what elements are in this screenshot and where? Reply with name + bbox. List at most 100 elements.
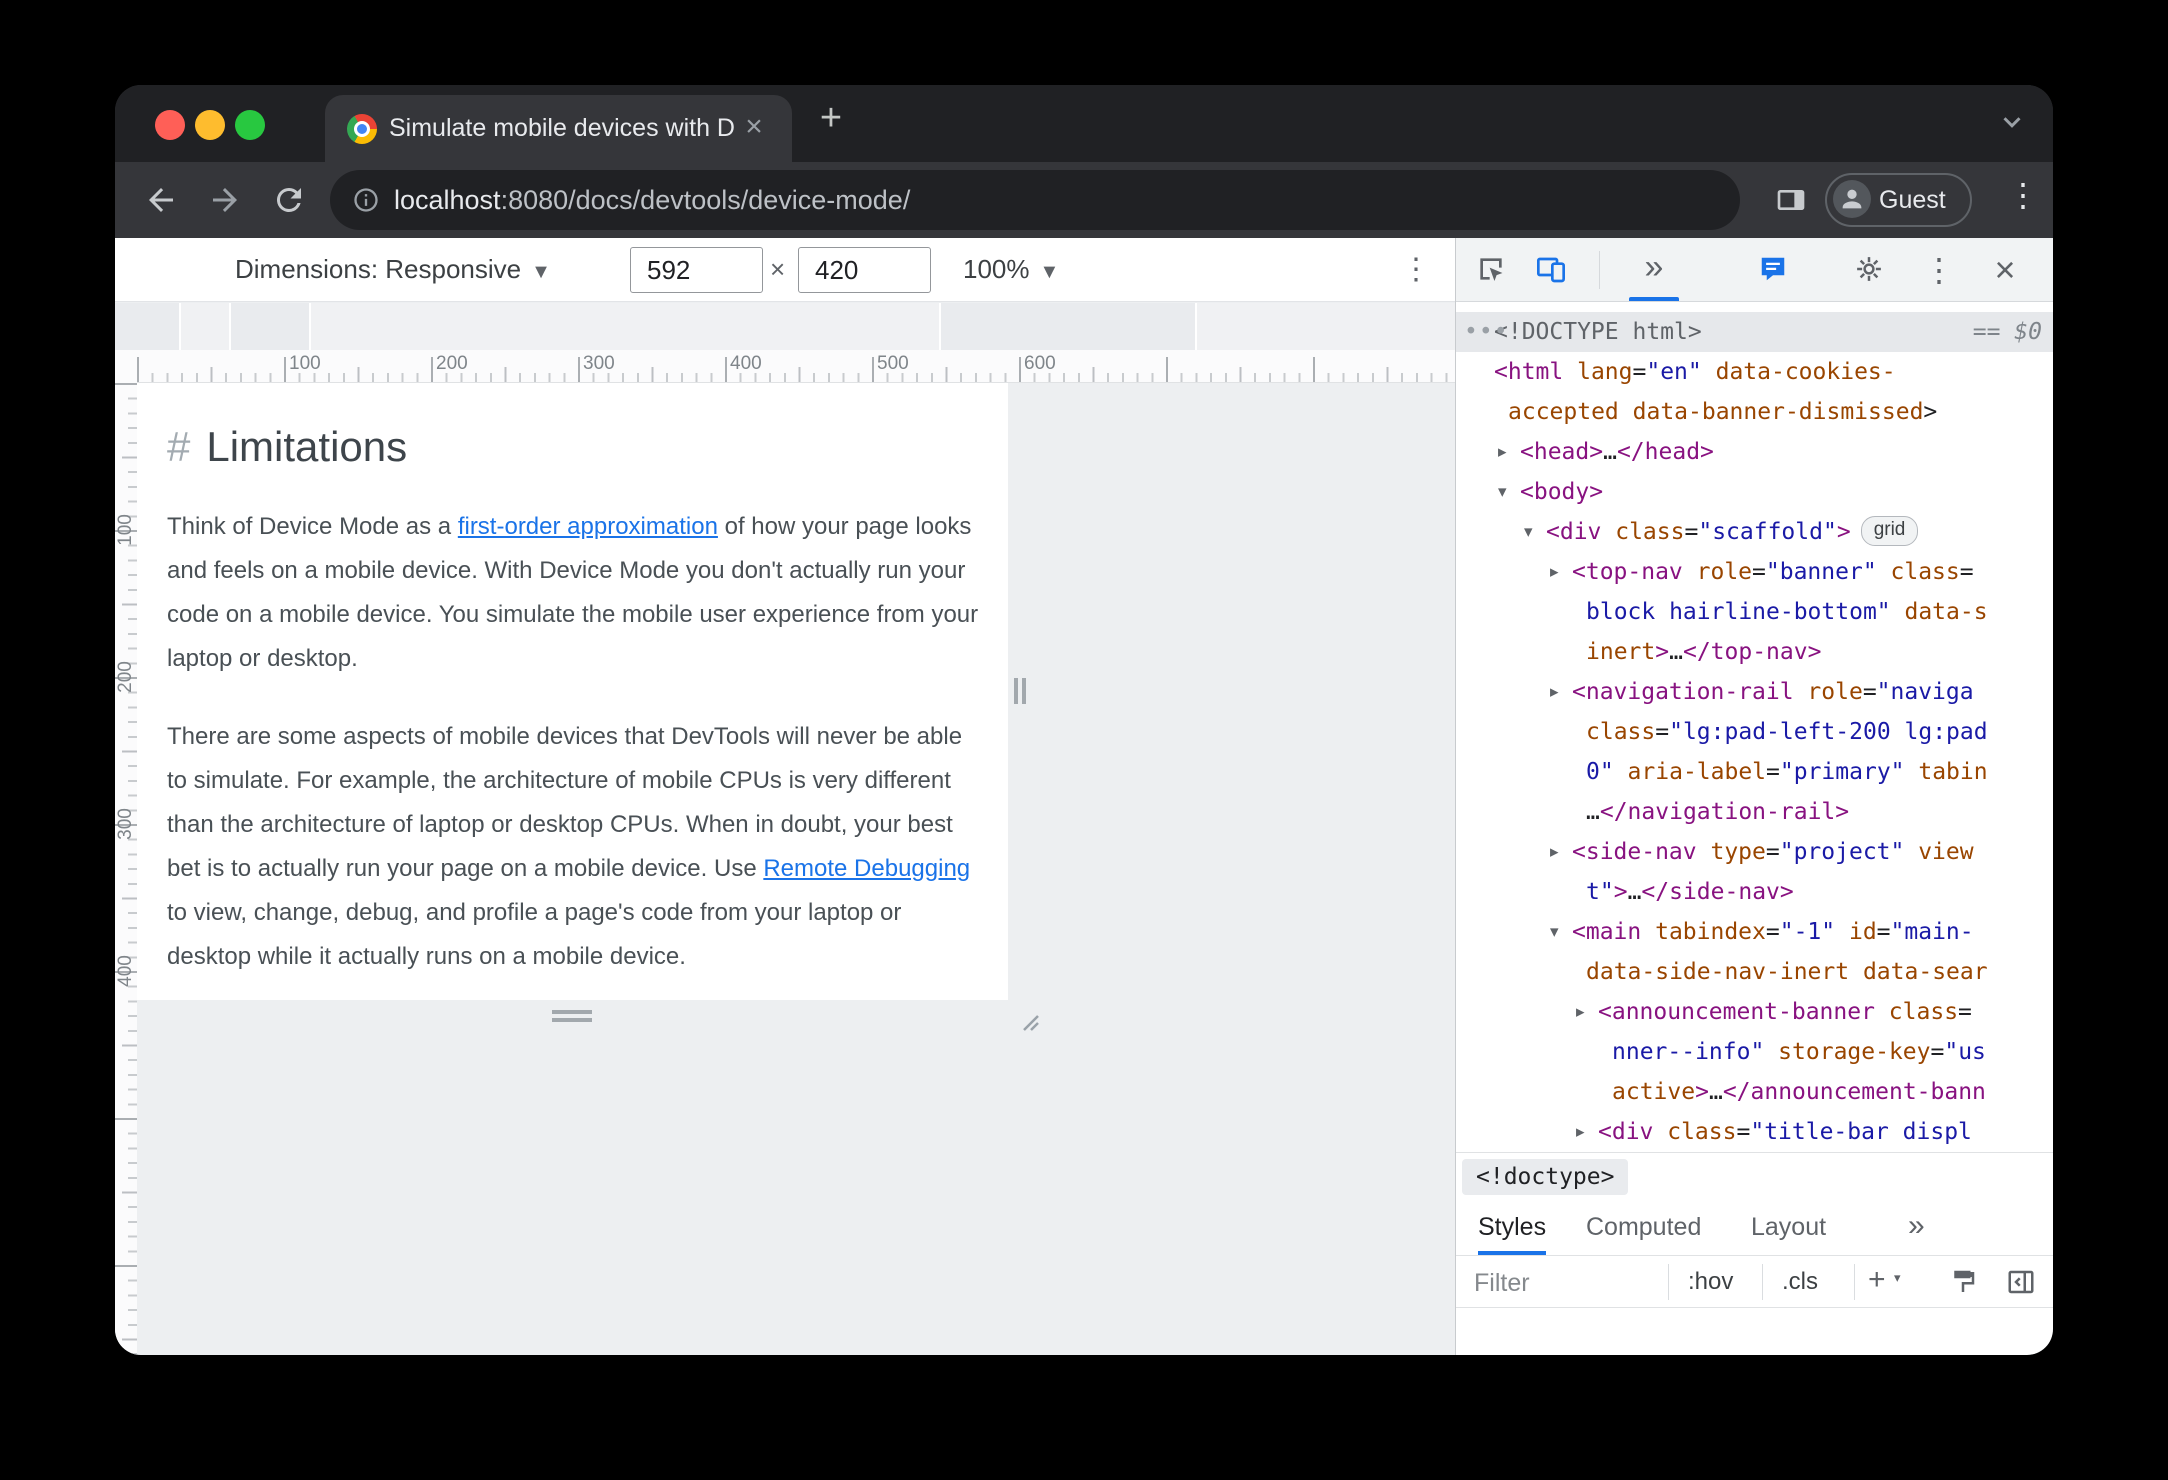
- device-toolbar-toggle-icon[interactable]: [1534, 253, 1568, 287]
- tab-search-chevron-icon[interactable]: [1997, 107, 2027, 142]
- site-info-icon[interactable]: [352, 186, 380, 219]
- ruler-label: 500: [877, 353, 909, 374]
- breakpoint-preset[interactable]: [1197, 303, 1455, 350]
- tab-title: Simulate mobile devices with D: [389, 114, 735, 142]
- dom-tree-row[interactable]: …</navigation-rail>: [1456, 792, 2053, 832]
- dom-tree-row[interactable]: class="lg:pad-left-200 lg:pad: [1456, 712, 2053, 752]
- collapse-arrow-icon[interactable]: ▾: [1498, 472, 1507, 512]
- element-classes-button[interactable]: .cls: [1782, 1256, 1818, 1307]
- heading-text: Limitations: [206, 423, 408, 470]
- dropdown-caret-icon: ▼: [1039, 261, 1060, 283]
- viewport-resize-handle-corner[interactable]: [1014, 1006, 1040, 1037]
- tab-styles[interactable]: Styles: [1478, 1200, 1547, 1255]
- dom-tree-row[interactable]: <html lang="en" data-cookies-: [1456, 352, 2053, 392]
- inspect-element-icon[interactable]: [1474, 253, 1508, 287]
- toggle-element-state-button[interactable]: :hov: [1688, 1256, 1733, 1307]
- devtools-panel: » ⋮ × ••• <!DOCTYPE html> == $0 <html lang…: [1455, 238, 2053, 1355]
- tab-close-icon[interactable]: ×: [738, 112, 770, 144]
- vertical-ruler: 100 200 300 400: [115, 383, 137, 1355]
- dom-tree-row[interactable]: ▾ <body>: [1456, 472, 2053, 512]
- paragraph-text: Think of Device Mode as a: [167, 513, 458, 540]
- dom-tree-row[interactable]: inert>…</top-nav>: [1456, 632, 2053, 672]
- breakpoint-preset[interactable]: [231, 303, 309, 350]
- devtools-menu-icon[interactable]: ⋮: [1922, 253, 1956, 287]
- dom-tree: ••• <!DOCTYPE html> == $0 <html lang="en" …: [1456, 302, 2053, 1152]
- first-order-approximation-link[interactable]: first-order approximation: [458, 513, 718, 540]
- profile-chip[interactable]: Guest: [1825, 173, 1972, 227]
- expand-arrow-icon[interactable]: ▸: [1576, 1112, 1585, 1152]
- dom-tree-row[interactable]: ▸ <div class="title-bar displ: [1456, 1112, 2053, 1152]
- ruler-label: 100: [289, 353, 321, 374]
- ruler-label: 100: [115, 514, 136, 546]
- dom-tree-row[interactable]: block hairline-bottom" data-s: [1456, 592, 2053, 632]
- toolbar-divider: [1599, 251, 1600, 289]
- expand-arrow-icon[interactable]: ▸: [1550, 832, 1559, 872]
- new-tab-button[interactable]: +: [812, 99, 850, 139]
- dom-tree-row[interactable]: ▸ <head>…</head>: [1456, 432, 2053, 472]
- breakpoint-preset[interactable]: [311, 303, 939, 350]
- more-panels-icon[interactable]: »: [1634, 238, 1674, 300]
- paint-roller-icon[interactable]: [1948, 1267, 1978, 1297]
- viewport-resize-handle-bottom[interactable]: [552, 1010, 592, 1024]
- breakpoint-preset[interactable]: [941, 303, 1195, 350]
- dom-tree-row[interactable]: ▸ <top-nav role="banner" class=: [1456, 552, 2053, 592]
- tab-layout[interactable]: Layout: [1751, 1200, 1826, 1255]
- back-icon[interactable]: [143, 182, 179, 218]
- dom-tree-row[interactable]: ▸ <announcement-banner class=: [1456, 992, 2053, 1032]
- side-panel-icon[interactable]: [1775, 184, 1807, 221]
- profile-name: Guest: [1879, 186, 1946, 214]
- address-bar[interactable]: localhost:8080/docs/devtools/device-mode…: [330, 170, 1740, 230]
- expand-arrow-icon[interactable]: ▸: [1498, 432, 1507, 472]
- dom-tree-row[interactable]: ▾ <div class="scaffold"> grid: [1456, 512, 2053, 552]
- minimize-window-button[interactable]: [195, 110, 225, 140]
- remote-debugging-link[interactable]: Remote Debugging: [763, 855, 970, 882]
- dom-tree-row[interactable]: ••• <!DOCTYPE html> == $0: [1456, 312, 2053, 352]
- forward-icon[interactable]: [207, 182, 243, 218]
- dom-tree-row[interactable]: ▸ <side-nav type="project" view: [1456, 832, 2053, 872]
- viewport-height-input[interactable]: [798, 247, 931, 293]
- ruler-corner: [115, 350, 137, 383]
- collapse-arrow-icon[interactable]: ▾: [1524, 512, 1533, 552]
- toolbar-divider: [1854, 1264, 1855, 1300]
- viewport-resize-handle-right[interactable]: [1014, 678, 1028, 704]
- device-toolbar-menu-icon[interactable]: ⋮: [1401, 252, 1431, 287]
- dom-tree-row[interactable]: ▸ <navigation-rail role="naviga: [1456, 672, 2053, 712]
- devtools-close-icon[interactable]: ×: [1988, 252, 2022, 288]
- expand-arrow-icon[interactable]: ▸: [1550, 552, 1559, 592]
- overflow-dots[interactable]: •••: [1464, 312, 1509, 352]
- dimensions-dropdown[interactable]: Dimensions: Responsive ▼: [235, 238, 551, 301]
- more-tabs-icon[interactable]: »: [1908, 1200, 1925, 1255]
- dom-tree-row[interactable]: t">…</side-nav>: [1456, 872, 2053, 912]
- breakpoint-preset[interactable]: [181, 303, 229, 350]
- expand-arrow-icon[interactable]: ▸: [1550, 672, 1559, 712]
- zoom-window-button[interactable]: [235, 110, 265, 140]
- close-window-button[interactable]: [155, 110, 185, 140]
- browser-tab[interactable]: Simulate mobile devices with D ×: [325, 95, 792, 162]
- dom-tree-row[interactable]: accepted data-banner-dismissed>: [1456, 392, 2053, 432]
- dom-tree-row[interactable]: nner--info" storage-key="us: [1456, 1032, 2053, 1072]
- heading-anchor-marker[interactable]: #: [167, 423, 190, 470]
- tab-strip: Simulate mobile devices with D × +: [115, 85, 2053, 162]
- reload-icon[interactable]: [271, 182, 307, 218]
- dom-tree-row[interactable]: active>…</announcement-bann: [1456, 1072, 2053, 1112]
- viewport-width-input[interactable]: [630, 247, 763, 293]
- styles-filter-input[interactable]: [1472, 1264, 1656, 1302]
- toggle-sidebar-icon[interactable]: [2006, 1267, 2036, 1297]
- browser-navbar: localhost:8080/docs/devtools/device-mode…: [115, 162, 2053, 238]
- breadcrumb-item-doctype[interactable]: <!doctype>: [1462, 1159, 1629, 1195]
- tab-computed[interactable]: Computed: [1586, 1200, 1701, 1255]
- collapse-arrow-icon[interactable]: ▾: [1550, 912, 1559, 952]
- feedback-chat-icon[interactable]: [1756, 254, 1790, 288]
- new-style-rule-icon[interactable]: +: [1868, 1256, 1886, 1307]
- dom-tree-row[interactable]: data-side-nav-inert data-sear: [1456, 952, 2053, 992]
- toolbar-divider: [1762, 1264, 1763, 1300]
- dom-tree-row[interactable]: 0" aria-label="primary" tabin: [1456, 752, 2053, 792]
- zoom-dropdown[interactable]: 100% ▼: [963, 238, 1059, 301]
- breakpoint-preset[interactable]: [115, 303, 179, 350]
- dom-tree-row[interactable]: ▾ <main tabindex="-1" id="main-: [1456, 912, 2053, 952]
- browser-menu-icon[interactable]: ⋮: [2007, 176, 2039, 214]
- settings-gear-icon[interactable]: [1852, 254, 1886, 288]
- grid-badge[interactable]: grid: [1860, 516, 1919, 546]
- dimensions-label: Dimensions: Responsive: [235, 254, 522, 284]
- expand-arrow-icon[interactable]: ▸: [1576, 992, 1585, 1032]
